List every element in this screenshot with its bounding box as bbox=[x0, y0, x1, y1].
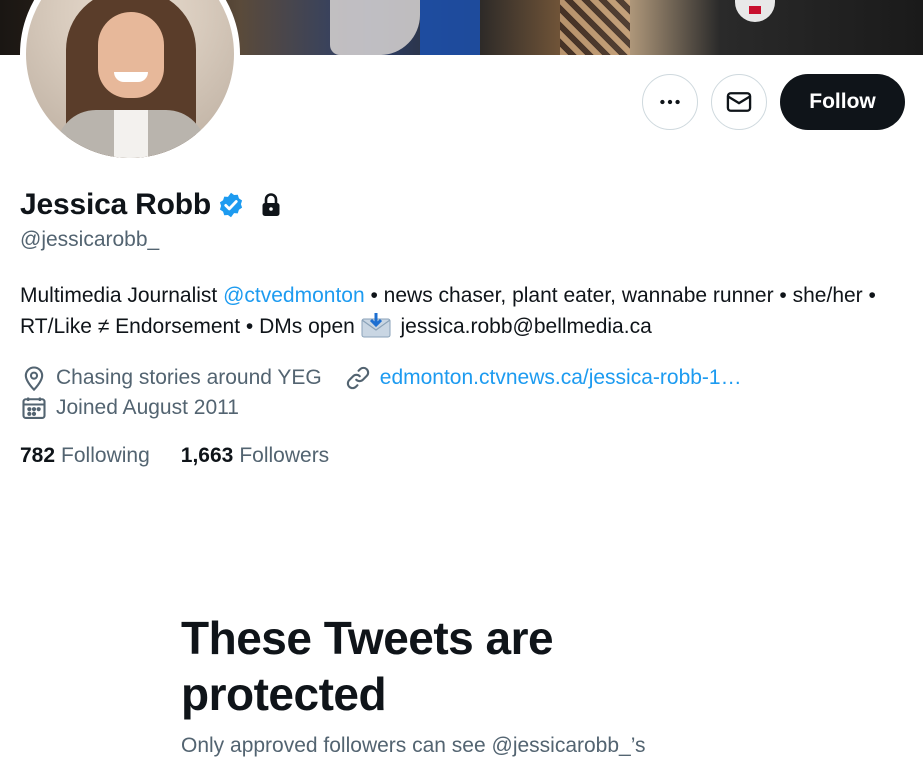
following-link[interactable]: 782 Following bbox=[20, 444, 150, 468]
profile-website-link[interactable]: edmonton.ctvnews.ca/jessica-robb-1… bbox=[380, 366, 742, 390]
protected-tweets-subtitle: Only approved followers can see @jessica… bbox=[181, 734, 646, 757]
profile-bio: Multimedia Journalist @ctvedmonton • new… bbox=[20, 280, 910, 342]
message-button[interactable] bbox=[711, 74, 767, 130]
follow-button[interactable]: Follow bbox=[780, 74, 905, 130]
profile-name-row: Jessica Robb bbox=[20, 187, 283, 223]
protected-tweets-title: These Tweets are protected bbox=[181, 612, 554, 720]
profile-avatar[interactable] bbox=[20, 0, 240, 164]
followers-count: 1,663 bbox=[180, 444, 234, 467]
profile-name: Jessica Robb bbox=[20, 188, 212, 221]
bio-email: jessica.robb@bellmedia.ca bbox=[394, 315, 652, 338]
profile-handle: @jessicarobb_ bbox=[20, 228, 160, 251]
profile-location: Chasing stories around YEG bbox=[56, 366, 322, 389]
banner-shape bbox=[330, 0, 420, 55]
banner-shape bbox=[735, 0, 775, 22]
more-button[interactable] bbox=[642, 74, 698, 130]
link-icon bbox=[346, 366, 369, 390]
verified-badge-icon[interactable] bbox=[217, 191, 245, 219]
avatar-smile bbox=[114, 72, 148, 82]
profile-joined-date: Joined August 2011 bbox=[56, 396, 239, 419]
banner-shape bbox=[420, 0, 480, 55]
banner-shape bbox=[560, 0, 630, 55]
profile-stats: 782 Following 1,663 Followers bbox=[20, 441, 329, 471]
avatar-face bbox=[98, 12, 164, 98]
avatar-shirt bbox=[114, 110, 148, 158]
mail-icon bbox=[726, 92, 752, 112]
following-label: Following bbox=[61, 444, 150, 467]
followers-link[interactable]: 1,663 Followers bbox=[181, 444, 329, 468]
location-icon bbox=[24, 366, 44, 392]
bio-text: Multimedia Journalist bbox=[20, 284, 224, 307]
protected-lock-icon[interactable] bbox=[259, 192, 283, 218]
profile-meta-row: Joined August 2011 bbox=[20, 393, 239, 423]
profile-meta-row: Chasing stories around YEG edmonton.ctvn… bbox=[20, 363, 742, 393]
calendar-icon bbox=[22, 397, 46, 419]
more-icon bbox=[660, 99, 680, 105]
bio-mention-link[interactable]: @ctvedmonton bbox=[223, 284, 365, 307]
followers-label: Followers bbox=[239, 444, 330, 467]
following-count: 782 bbox=[20, 444, 56, 467]
incoming-envelope-icon bbox=[361, 313, 391, 338]
